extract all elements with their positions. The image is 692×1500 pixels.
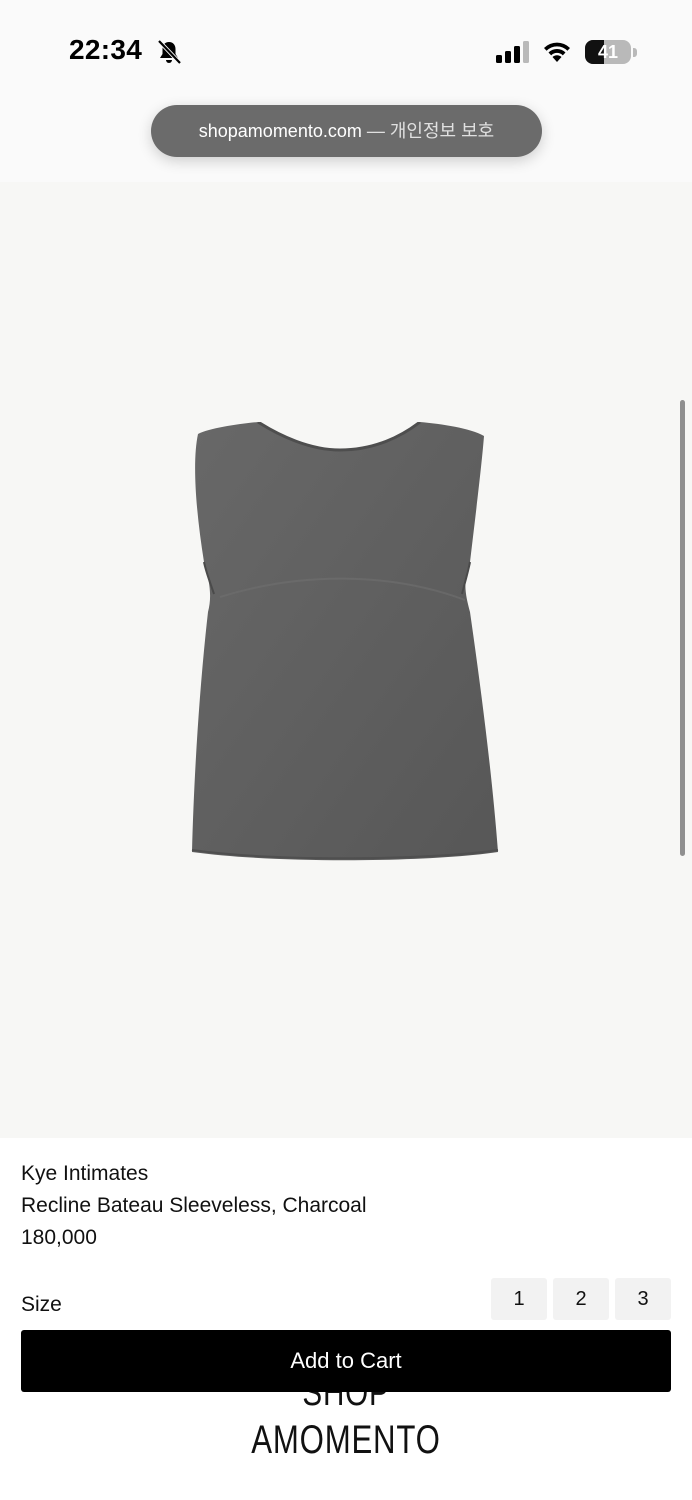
battery-level: 41 (597, 42, 619, 62)
address-bar[interactable]: shopamomento.com — 개인정보 보호 (151, 105, 542, 157)
product-name: Recline Bateau Sleeveless, Charcoal (21, 1194, 367, 1217)
add-to-cart-button[interactable]: Add to Cart (21, 1330, 671, 1392)
battery-body: 41 (585, 40, 631, 64)
size-option-3[interactable]: 3 (615, 1278, 671, 1320)
battery-icon: 41 (585, 38, 637, 66)
product-image[interactable] (0, 182, 692, 1138)
status-bar: 22:34 41 (0, 0, 692, 100)
product-price: 180,000 (21, 1226, 97, 1249)
logo-line-2[interactable]: AMOMENTO (76, 1420, 616, 1460)
sleeveless-top-image (191, 422, 499, 861)
wifi-icon (544, 42, 570, 62)
size-option-2[interactable]: 2 (553, 1278, 609, 1320)
bell-slash-icon (157, 39, 182, 65)
status-time: 22:34 (69, 34, 143, 65)
scrollbar[interactable] (680, 400, 685, 856)
cellular-signal-icon (496, 41, 529, 63)
url-domain: shopamomento.com (198, 121, 362, 141)
url-privacy-label: — 개인정보 보호 (361, 121, 495, 141)
size-label: Size (21, 1293, 62, 1316)
size-option-1[interactable]: 1 (491, 1278, 547, 1320)
brand-name[interactable]: Kye Intimates (21, 1162, 148, 1186)
battery-tip (633, 48, 637, 57)
